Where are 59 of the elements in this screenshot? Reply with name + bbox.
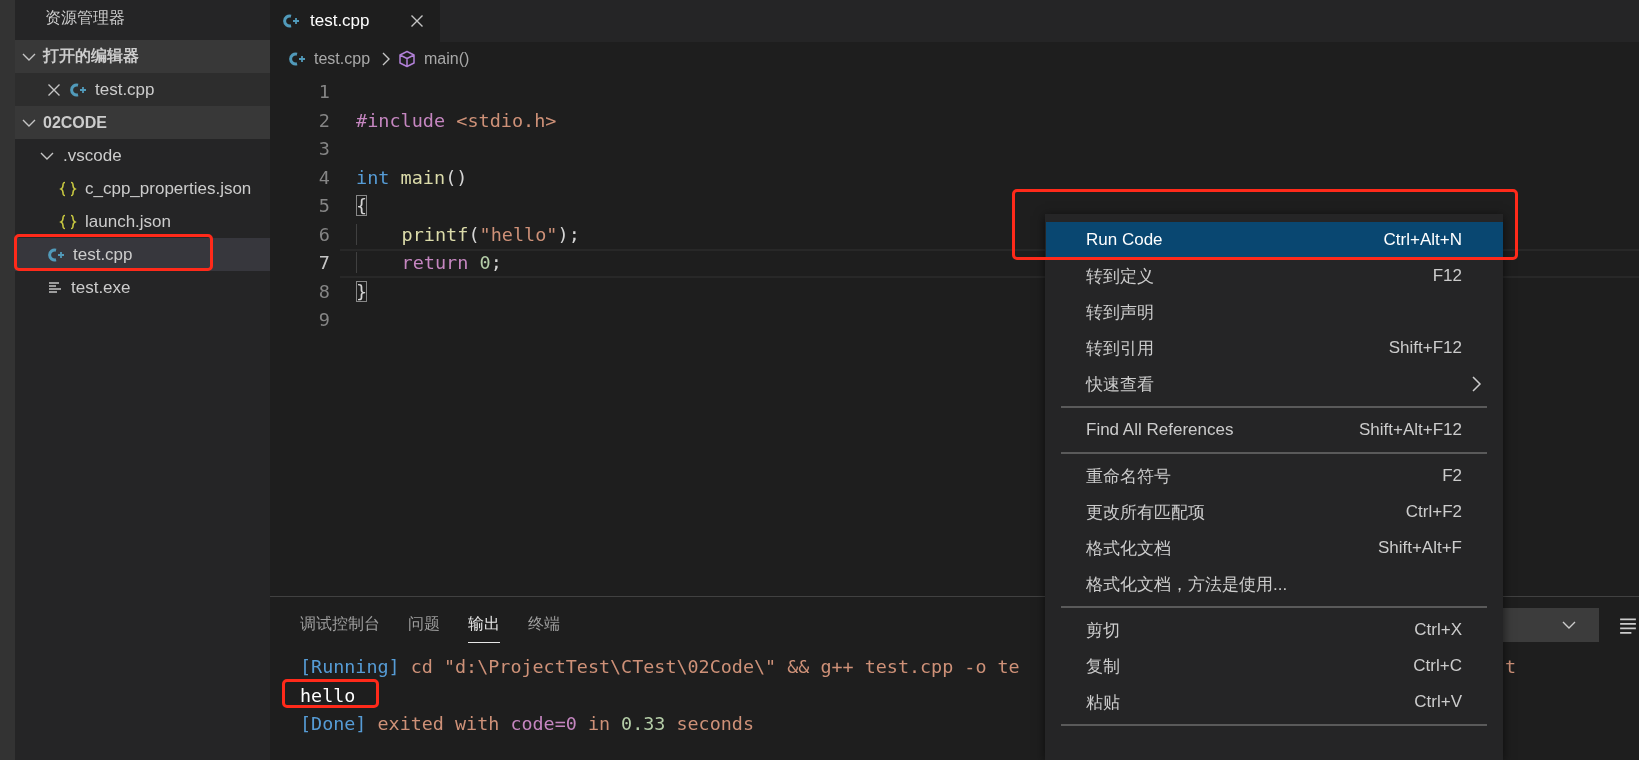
menu-item[interactable]: 更改所有匹配项 Ctrl+F2 [1046,494,1503,530]
sidebar-title: 资源管理器 [44,8,126,28]
text-lines-icon [47,279,63,296]
line-number: 4 [317,165,330,190]
line-number: 1 [317,80,330,104]
cube-icon [398,50,417,68]
line-number: 8 [317,279,330,304]
braces-icon [59,180,77,197]
output-text: t [1505,655,1517,679]
code-line: #include <stdio.h> [356,108,557,133]
tree-item[interactable]: test.exe [15,271,270,304]
list-icon[interactable] [1619,616,1637,634]
menu-item[interactable]: 转到引用 Shift+F12 [1046,330,1503,366]
menu-item[interactable]: Find All References Shift+Alt+F12 [1046,412,1503,448]
close-icon[interactable] [47,82,61,97]
tree-item[interactable]: test.cpp [15,73,270,106]
breadcrumb-item[interactable]: test.cpp [288,50,371,68]
menu-item[interactable]: 复制 Ctrl+C [1046,648,1503,684]
cpp-file-icon [47,246,65,263]
line-number: 9 [317,308,330,332]
code-line: return 0; [356,249,502,278]
panel-tab[interactable]: 调试控制台 [300,607,380,643]
cpp-file-icon [288,51,306,67]
menu-item[interactable]: 粘贴 Ctrl+V [1046,684,1503,720]
output-line: [Done] exited with code=0 in 0.33 seconds [300,713,754,734]
output-line: hello [300,684,356,706]
line-number: 3 [317,137,330,161]
editor-tab[interactable]: test.cpp [270,0,440,42]
menu-item[interactable]: 格式化文档，方法是使用... [1046,566,1503,602]
menu-item[interactable]: 重命名符号 F2 [1046,458,1503,494]
menu-item[interactable]: Run Code Ctrl+Alt+N [1046,222,1503,258]
code-line: } [356,279,368,304]
line-number: 2 [317,108,330,133]
section-header[interactable]: 02CODE [15,106,270,139]
cpp-file-icon [69,81,87,98]
menu-item[interactable]: 转到声明 [1046,294,1503,330]
panel-tab[interactable]: 问题 [408,607,440,643]
menu-item[interactable]: 转到定义 F12 [1046,258,1503,294]
code-line: printf("hello"); [356,220,580,249]
code-line: { [356,194,368,218]
panel-tab[interactable]: 终端 [528,607,560,643]
breadcrumb-item[interactable]: main() [398,50,470,68]
tree-item[interactable]: .vscode [15,139,270,172]
menu-item[interactable]: 格式化文档 Shift+Alt+F [1046,530,1503,566]
close-icon[interactable] [409,14,424,28]
section-header[interactable]: 打开的编辑器 [15,40,270,73]
line-number: 7 [317,251,330,275]
menu-item[interactable]: 剪切 Ctrl+X [1046,612,1503,648]
menu-item[interactable]: 快速查看 [1046,366,1503,402]
cpp-file-icon [282,13,300,29]
panel-tab[interactable]: 输出 [468,607,500,643]
line-number: 5 [317,194,330,218]
tree-item[interactable]: c_cpp_properties.json [15,172,270,205]
line-number: 6 [317,222,330,247]
code-line: int main() [356,165,468,190]
output-line: [Running] cd "d:\ProjectTest\CTest\02Code\" && g++ test.cpp -o te [300,656,1020,677]
chevron-right-icon [1470,375,1482,393]
tree-item[interactable]: launch.json [15,205,270,238]
braces-icon [59,213,77,230]
